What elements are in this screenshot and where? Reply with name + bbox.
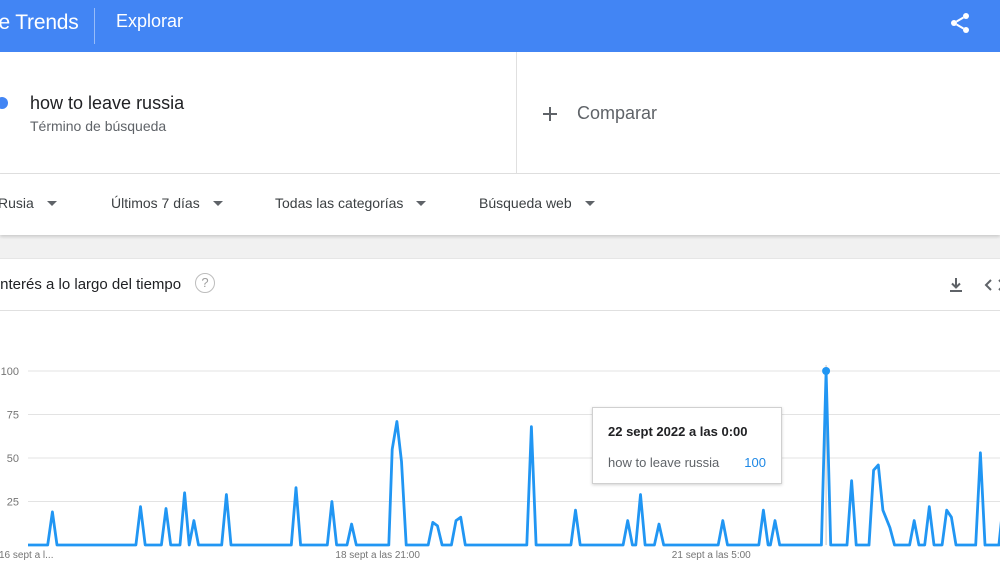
y-tick-label: 25 xyxy=(7,497,19,509)
chart-tooltip: 22 sept 2022 a las 0:00 how to leave rus… xyxy=(592,407,782,484)
x-tick-label: 18 sept a las 21:00 xyxy=(335,550,420,561)
y-tick-label: 75 xyxy=(7,410,19,422)
y-tick-label: 50 xyxy=(7,453,19,465)
interest-line-chart: 25 50 75 100 16 sept a l... 18 sept a las 21:… xyxy=(0,365,1000,561)
tooltip-value: 100 xyxy=(744,455,766,470)
highlighted-data-point[interactable] xyxy=(822,367,831,375)
tooltip-term: how to leave russia xyxy=(608,455,720,470)
tooltip-date: 22 sept 2022 a las 0:00 xyxy=(608,424,748,439)
x-tick-label: 16 sept a l... xyxy=(0,550,53,561)
y-tick-label: 100 xyxy=(1,366,19,378)
x-tick-label: 21 sept a las 5:00 xyxy=(672,550,751,561)
